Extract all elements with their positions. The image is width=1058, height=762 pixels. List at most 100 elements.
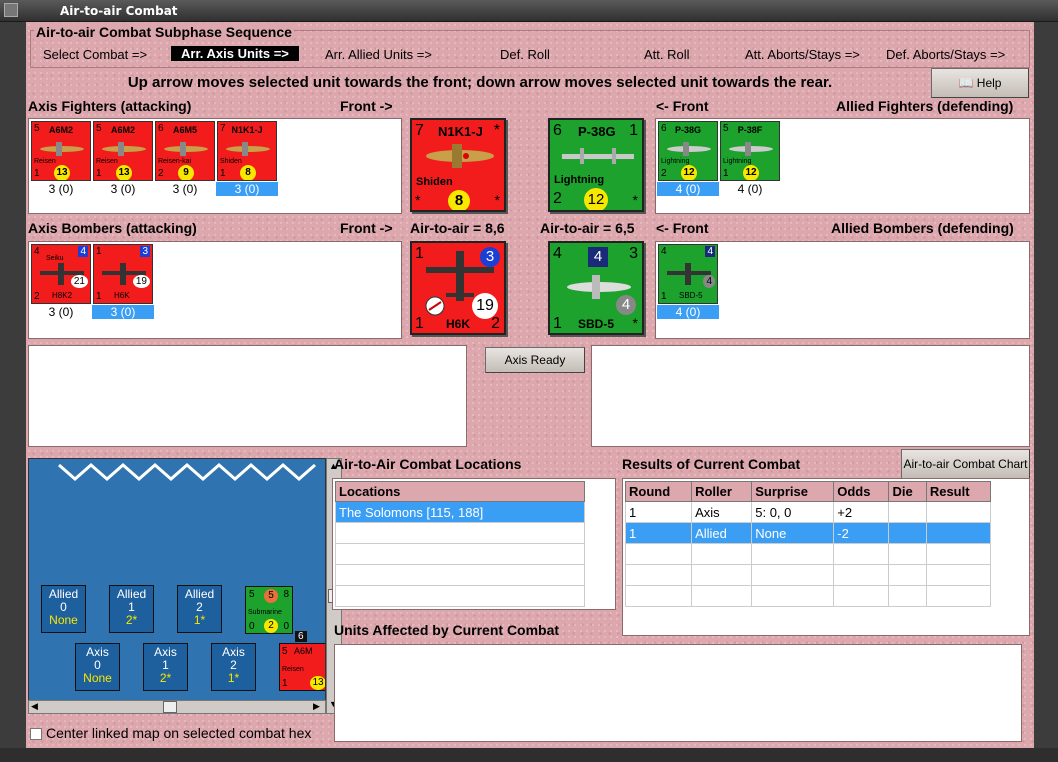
range-value: 12 bbox=[743, 165, 759, 180]
table-row[interactable]: 1 Allied None -2 bbox=[624, 522, 992, 544]
allied-fighter-lead-counter[interactable]: 6 P-38G 1 Lightning 2 12 * bbox=[548, 118, 644, 212]
naval-symbol-icon bbox=[425, 296, 445, 316]
results-header: Round bbox=[624, 481, 693, 502]
unit-subname: Reisen bbox=[96, 158, 118, 165]
fighter-plane-icon bbox=[562, 148, 634, 164]
results-cell bbox=[888, 501, 927, 523]
step-select-combat: Select Combat => bbox=[43, 47, 148, 62]
unit-subname: Lightning bbox=[661, 158, 690, 165]
results-cell bbox=[925, 522, 992, 544]
unit-name: A6M5 bbox=[172, 125, 197, 135]
results-cell: None bbox=[751, 522, 835, 544]
defense-value: 1 bbox=[34, 168, 40, 179]
unit-caption: 3 (0) bbox=[92, 305, 154, 319]
map-axis-counter[interactable]: 5 A6M Reisen 1 13 bbox=[279, 643, 325, 691]
allied-bombers-panel[interactable]: 4 4 4 1 SBD-5 4 (0) bbox=[655, 241, 1030, 339]
allied-fighters-panel[interactable]: 6 P-38G Lightning 2 12 4 (0) 5 P-38F Lightning 1 1… bbox=[655, 118, 1030, 214]
results-table: Round Roller Surprise Odds Die Result 1 Axis 5:… bbox=[624, 481, 992, 607]
map-horizontal-scrollbar[interactable]: ◀ ▶ bbox=[28, 700, 326, 714]
unit-caption: 3 (0) bbox=[172, 182, 198, 196]
results-header: Die bbox=[888, 481, 927, 502]
submarine-counter[interactable]: 5 5 8 Submarine 0 2 0 bbox=[245, 586, 293, 634]
allied-bombers-front: <- Front bbox=[656, 220, 709, 236]
table-row bbox=[335, 585, 585, 607]
scroll-left-arrow-icon[interactable]: ◀ bbox=[31, 701, 38, 712]
results-cell: 1 bbox=[624, 501, 693, 523]
step-def-roll: Def. Roll bbox=[500, 47, 550, 62]
results-cell: 1 bbox=[624, 522, 693, 544]
axis-fighter-lead-counter[interactable]: 7 N1K1-J * Shiden * 8 * bbox=[410, 118, 506, 212]
table-row bbox=[624, 543, 992, 565]
attack-value: 4 bbox=[661, 246, 667, 257]
hscroll-thumb[interactable] bbox=[163, 701, 177, 713]
unit-counter[interactable]: 6 P-38G Lightning 2 12 bbox=[658, 121, 718, 181]
zone-value: 2* bbox=[159, 671, 172, 685]
table-row bbox=[335, 543, 585, 565]
allied-fighters-front: <- Front bbox=[656, 98, 709, 114]
map-zone-allied[interactable]: Allied 1 2* bbox=[109, 585, 154, 633]
unit-counter[interactable]: 4 4 4 1 SBD-5 bbox=[658, 244, 718, 304]
system-menu-icon[interactable] bbox=[4, 3, 18, 17]
unit-caption: 4 (0) bbox=[657, 305, 719, 319]
allied-fighters-label: Allied Fighters (defending) bbox=[836, 98, 1014, 114]
bottom-border bbox=[0, 748, 1058, 762]
axis-fighters-panel[interactable]: 5 A6M2 Reisen 1 13 3 (0) 5 A6M2 Reisen 1 13 3 (0) 6 A… bbox=[28, 118, 402, 214]
axis-ready-button[interactable]: Axis Ready bbox=[485, 347, 585, 373]
allied-bombers-label: Allied Bombers (defending) bbox=[831, 220, 1014, 236]
range-value: 12 bbox=[681, 165, 697, 180]
map-zone-axis[interactable]: Axis 2 1* bbox=[211, 643, 256, 691]
step-att-aborts: Att. Aborts/Stays => bbox=[745, 47, 860, 62]
unit-counter[interactable]: 1 3 19 1 H6K bbox=[93, 244, 153, 304]
unit-caption: 3 (0) bbox=[48, 305, 74, 319]
axis-fighters-front: Front -> bbox=[340, 98, 393, 114]
unit-counter[interactable]: 7 N1K1-J Shiden 1 8 bbox=[217, 121, 277, 181]
defense-value: 1 bbox=[661, 291, 667, 302]
unit-name: P-38F bbox=[737, 125, 763, 135]
plane-icon bbox=[727, 140, 775, 158]
allied-bomber-lead-counter[interactable]: 4 4 3 4 1 SBD-5 * bbox=[548, 241, 644, 335]
unit-counter[interactable]: 6 A6M5 Reisen-kai 2 9 bbox=[155, 121, 215, 181]
table-row[interactable]: 1 Axis 5: 0, 0 +2 bbox=[624, 501, 992, 523]
results-header: Roller bbox=[691, 481, 753, 502]
unit-counter[interactable]: 4 4 Seiku 21 2 H8K2 bbox=[31, 244, 91, 304]
air-combat-chart-button[interactable]: Air-to-air Combat Chart bbox=[901, 449, 1030, 479]
bomb-value: 4 bbox=[705, 246, 715, 257]
center-map-checkbox[interactable] bbox=[30, 728, 42, 740]
table-row[interactable]: The Solomons [115, 188] bbox=[335, 501, 585, 523]
bomb-value: 3 bbox=[140, 246, 150, 257]
scroll-right-arrow-icon[interactable]: ▶ bbox=[313, 701, 320, 712]
sequence-title: Air-to-air Combat Subphase Sequence bbox=[34, 24, 294, 40]
help-button[interactable]: 📖 Help bbox=[931, 68, 1029, 98]
map-zone-allied[interactable]: Allied 2 1* bbox=[177, 585, 222, 633]
unit-caption: 3 (0) bbox=[48, 182, 74, 196]
linked-map[interactable]: Allied 0 None Allied 1 2* Allied 2 1* Axis 0 None A… bbox=[28, 458, 326, 714]
title-bar[interactable]: Air-to-air Combat bbox=[0, 0, 1058, 22]
axis-bomber-lead-counter[interactable]: 1 3 19 1 H6K 2 bbox=[410, 241, 506, 335]
results-cell: Axis bbox=[691, 501, 753, 523]
locations-list[interactable]: Locations The Solomons [115, 188] bbox=[332, 478, 616, 610]
range-value: 13 bbox=[54, 165, 70, 180]
allied-combat-area bbox=[591, 345, 1030, 447]
locations-table: Locations The Solomons [115, 188] bbox=[335, 481, 585, 607]
map-zone-allied[interactable]: Allied 0 None bbox=[41, 585, 86, 633]
results-header: Odds bbox=[833, 481, 890, 502]
unit-caption: 3 (0) bbox=[216, 182, 278, 196]
unit-type: SBD-5 bbox=[679, 291, 703, 300]
vs-value: 19 bbox=[132, 275, 150, 288]
book-icon: 📖 bbox=[958, 76, 974, 90]
results-panel[interactable]: Round Roller Surprise Odds Die Result 1 Axis 5:… bbox=[622, 478, 1030, 636]
results-cell: +2 bbox=[833, 501, 890, 523]
axis-bombers-panel[interactable]: 4 4 Seiku 21 2 H8K2 3 (0) 1 3 19 1 H6K 3 (0) bbox=[28, 241, 402, 339]
map-zone-axis[interactable]: Axis 0 None bbox=[75, 643, 120, 691]
unit-subname: Reisen-kai bbox=[158, 158, 192, 165]
plane-icon bbox=[665, 140, 713, 158]
center-map-label: Center linked map on selected combat hex bbox=[46, 725, 312, 741]
unit-subname: Lightning bbox=[723, 158, 752, 165]
units-affected-panel bbox=[334, 644, 1022, 742]
map-zone-axis[interactable]: Axis 1 2* bbox=[143, 643, 188, 691]
stack-count-badge: 6 bbox=[295, 631, 307, 642]
defense-value: 1 bbox=[96, 168, 102, 179]
unit-counter[interactable]: 5 A6M2 Reisen 1 13 bbox=[31, 121, 91, 181]
unit-counter[interactable]: 5 A6M2 Reisen 1 13 bbox=[93, 121, 153, 181]
unit-counter[interactable]: 5 P-38F Lightning 1 12 bbox=[720, 121, 780, 181]
